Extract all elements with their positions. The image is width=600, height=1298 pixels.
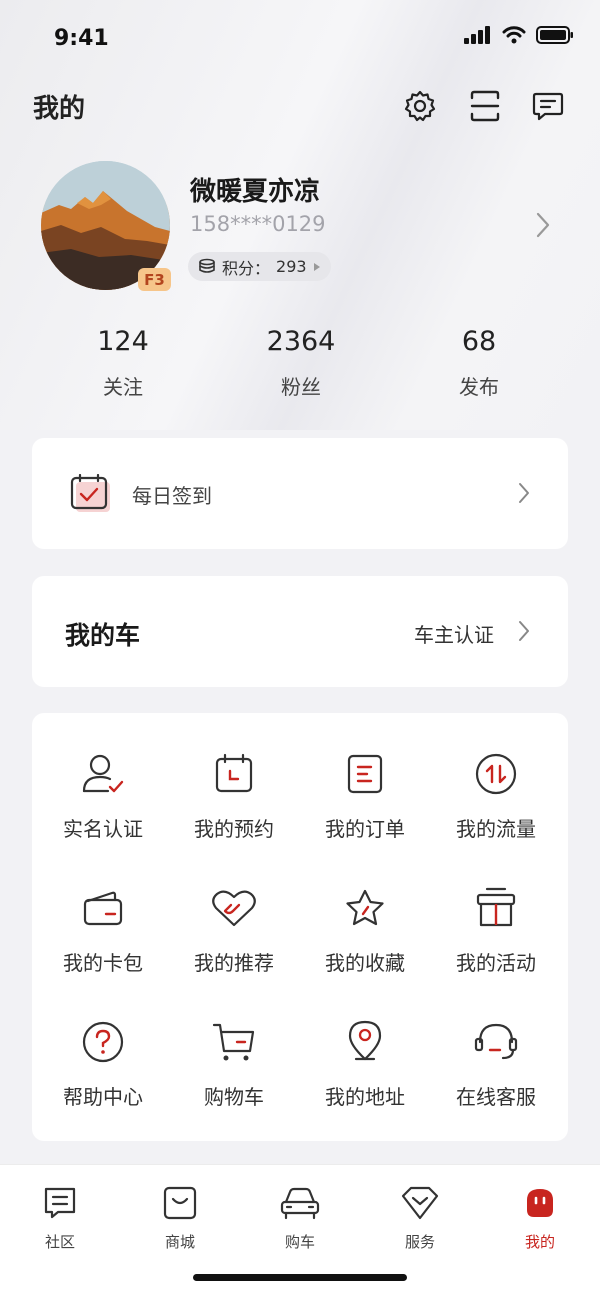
grid-item-help[interactable]: 帮助中心: [36, 1017, 170, 1110]
grid-item-label: 我的预约: [194, 817, 274, 841]
stat-value: 124: [97, 326, 149, 357]
checkin-calendar-icon: [70, 474, 110, 512]
grid-item-label: 我的收藏: [325, 951, 405, 975]
chevron-right-icon: [536, 212, 550, 238]
grid-item-orders[interactable]: 我的订单: [298, 749, 432, 842]
stat-value: 2364: [266, 326, 336, 357]
points-value: 293: [276, 257, 307, 276]
grid-item-label: 我的活动: [456, 951, 536, 975]
stat-following[interactable]: 124 关注: [43, 326, 203, 400]
points-label: 积分：: [222, 258, 271, 278]
grid-item-wallet[interactable]: 我的卡包: [36, 883, 170, 976]
messages-button[interactable]: [530, 88, 566, 124]
grid-item-favorites[interactable]: 我的收藏: [298, 883, 432, 976]
grid-item-activities[interactable]: 我的活动: [429, 883, 563, 976]
gift-icon: [476, 887, 516, 927]
message-icon: [532, 92, 564, 121]
nav-label: 社区: [44, 1233, 75, 1251]
order-icon: [347, 754, 383, 794]
my-car-title: 我的车: [65, 621, 141, 650]
profile-chevron-button[interactable]: [536, 212, 550, 242]
function-grid: 实名认证 我的预约 我的订单 我的流量 我的卡包 我的推荐 我的收藏 我的活动 …: [32, 713, 568, 1141]
user-verify-icon: [82, 754, 124, 793]
chevron-right-icon: [519, 483, 529, 503]
chevron-right-icon: [519, 621, 529, 641]
headset-icon: [474, 1023, 518, 1060]
status-icons: [464, 26, 574, 44]
grid-item-label: 在线客服: [456, 1085, 536, 1109]
mall-icon: [163, 1186, 197, 1220]
grid-item-appointments[interactable]: 我的预约: [167, 749, 301, 842]
nav-label: 商城: [164, 1233, 195, 1251]
battery-icon: [536, 26, 573, 44]
grid-item-label: 我的推荐: [194, 951, 274, 975]
grid-item-label: 我的订单: [325, 817, 405, 841]
settings-button[interactable]: [402, 88, 438, 124]
stat-label: 发布: [459, 375, 499, 399]
wifi-icon: [502, 26, 526, 44]
status-bar: 9:41: [0, 0, 600, 80]
stat-followers[interactable]: 2364 粉丝: [221, 326, 381, 400]
data-flow-icon: [475, 753, 517, 795]
points-pill[interactable]: 积分： 293: [188, 252, 331, 281]
nav-label: 我的: [524, 1233, 555, 1251]
nav-profile[interactable]: 我的: [480, 1183, 600, 1252]
my-car-card[interactable]: 我的车 车主认证: [32, 576, 568, 687]
grid-item-label: 购物车: [204, 1085, 264, 1109]
grid-item-data-flow[interactable]: 我的流量: [429, 749, 563, 842]
scan-button[interactable]: [467, 88, 503, 124]
coins-icon: [199, 258, 215, 273]
status-time: 9:41: [54, 26, 109, 51]
username[interactable]: 微暖夏亦凉: [190, 171, 320, 208]
recommend-icon: [212, 890, 256, 927]
nav-community[interactable]: 社区: [0, 1183, 120, 1252]
location-icon: [348, 1020, 382, 1061]
phone-number: 158****0129: [190, 212, 326, 236]
cart-icon: [212, 1023, 255, 1061]
car-icon: [280, 1187, 320, 1220]
stat-value: 68: [461, 326, 497, 357]
help-icon: [82, 1021, 124, 1063]
grid-item-address[interactable]: 我的地址: [298, 1017, 432, 1110]
checkin-label: 每日签到: [132, 484, 212, 508]
caret-right-icon: [313, 262, 320, 271]
daily-checkin-card[interactable]: 每日签到: [32, 438, 568, 549]
grid-item-cart[interactable]: 购物车: [167, 1017, 301, 1110]
community-icon: [44, 1187, 76, 1219]
grid-item-label: 我的地址: [325, 1085, 405, 1109]
nav-buy-car[interactable]: 购车: [240, 1183, 360, 1252]
page-title: 我的: [33, 94, 86, 124]
star-icon: [346, 889, 384, 926]
scan-icon: [470, 90, 500, 122]
stat-posts[interactable]: 68 发布: [399, 326, 559, 400]
grid-item-label: 帮助中心: [63, 1085, 143, 1109]
calendar-icon: [215, 753, 253, 793]
grid-item-label: 我的流量: [456, 817, 536, 841]
home-indicator: [193, 1274, 407, 1281]
owner-certify-link[interactable]: 车主认证: [414, 619, 494, 648]
nav-label: 服务: [404, 1233, 435, 1251]
grid-item-customer-service[interactable]: 在线客服: [429, 1017, 563, 1110]
nav-label: 购车: [284, 1233, 315, 1251]
level-badge: F3: [138, 268, 171, 291]
nav-service[interactable]: 服务: [360, 1183, 480, 1252]
grid-item-real-name[interactable]: 实名认证: [36, 749, 170, 842]
grid-item-label: 实名认证: [63, 817, 143, 841]
signal-icon: [464, 26, 490, 44]
nav-mall[interactable]: 商城: [120, 1183, 240, 1252]
stat-label: 关注: [103, 375, 143, 399]
grid-item-label: 我的卡包: [63, 951, 143, 975]
service-icon: [401, 1186, 439, 1220]
gear-icon: [404, 90, 436, 122]
profile-icon: [527, 1189, 553, 1217]
wallet-icon: [83, 891, 123, 926]
stat-label: 粉丝: [281, 375, 321, 399]
grid-item-recommend[interactable]: 我的推荐: [167, 883, 301, 976]
